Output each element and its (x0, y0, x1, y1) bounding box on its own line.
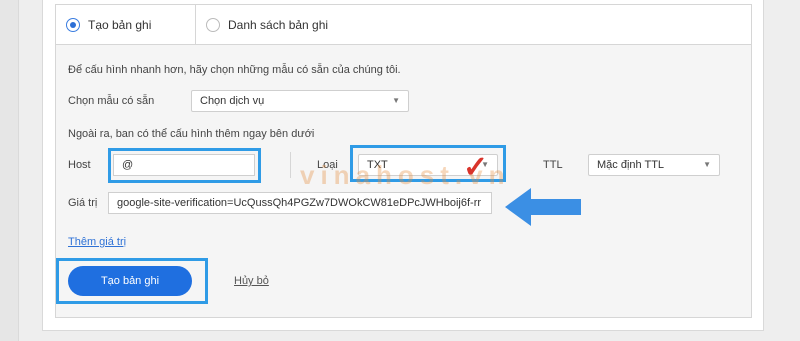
record-tabs: Tạo bản ghi Danh sách bản ghi (55, 4, 752, 45)
chevron-down-icon: ▼ (703, 160, 711, 169)
divider (290, 152, 291, 178)
add-value-link[interactable]: Thêm giá trị (68, 236, 126, 248)
value-input[interactable]: google-site-verification=UcQussQh4PGZw7D… (108, 192, 492, 214)
intro-text: Để cấu hình nhanh hơn, hãy chọn những mẫ… (68, 64, 401, 76)
radio-unchecked-icon[interactable] (206, 18, 220, 32)
left-gutter (0, 0, 19, 341)
tab-list-label: Danh sách bản ghi (228, 18, 329, 32)
radio-checked-icon[interactable] (66, 18, 80, 32)
ttl-select-value: Mặc định TTL (597, 159, 665, 171)
checkmark-icon: ✓ (463, 151, 489, 184)
host-label: Host (68, 159, 91, 171)
cancel-link[interactable]: Hủy bỏ (234, 275, 269, 287)
arrow-left-icon (505, 188, 581, 226)
tab-create-record[interactable]: Tạo bản ghi (56, 5, 196, 45)
tab-record-list[interactable]: Danh sách bản ghi (206, 5, 406, 45)
template-label: Chọn mẫu có sẵn (68, 95, 155, 107)
ttl-label: TTL (543, 159, 563, 171)
host-highlight-frame (108, 148, 261, 183)
chevron-down-icon: ▼ (392, 96, 400, 105)
tab-create-label: Tạo bản ghi (88, 18, 152, 32)
ttl-select[interactable]: Mặc định TTL ▼ (588, 154, 720, 176)
template-select-value: Chọn dịch vụ (200, 95, 265, 107)
extra-config-text: Ngoài ra, ban có thể cấu hình thêm ngay … (68, 128, 315, 140)
value-label: Giá trị (68, 197, 98, 209)
create-record-button[interactable]: Tạo bản ghi (68, 266, 192, 296)
template-select[interactable]: Chọn dịch vụ ▼ (191, 90, 409, 112)
